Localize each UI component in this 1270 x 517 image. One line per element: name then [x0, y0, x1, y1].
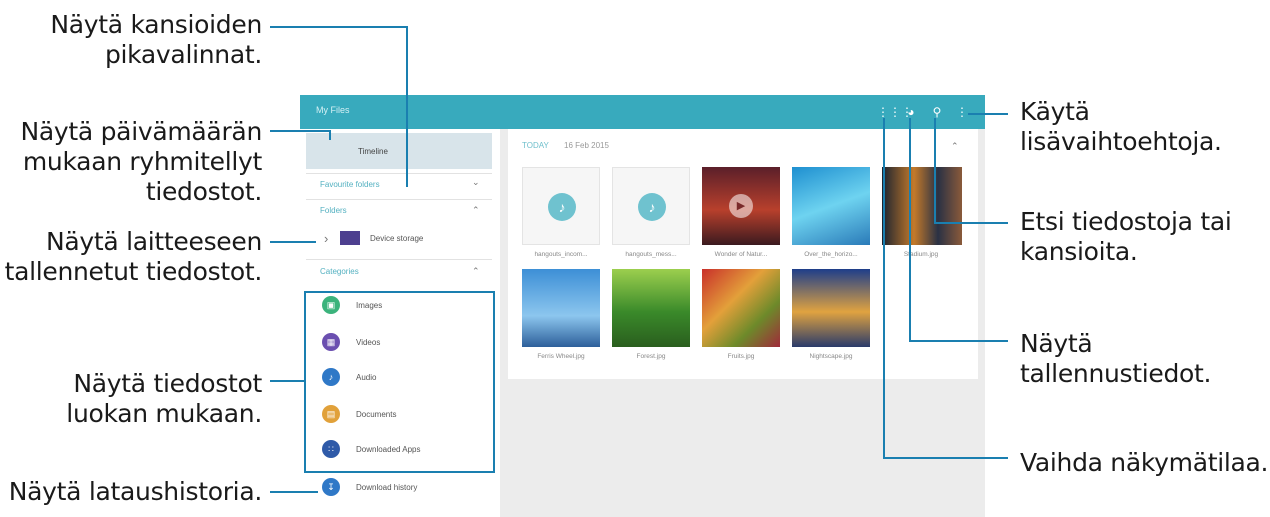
callout-line: Näytä kansioiden: [50, 10, 262, 39]
category-audio[interactable]: Audio: [356, 373, 376, 382]
image-icon: ▣: [322, 296, 340, 314]
storage-pie-icon[interactable]: ◕: [902, 103, 920, 121]
file-thumbnail-image[interactable]: [612, 269, 690, 347]
today-label: TODAY: [522, 141, 549, 150]
chevron-up-icon[interactable]: ⌃: [472, 205, 480, 216]
callout-line: Näytä: [1020, 329, 1093, 358]
file-thumbnail-image[interactable]: [702, 269, 780, 347]
categories-header[interactable]: Categories: [320, 267, 359, 276]
divider: [306, 199, 492, 200]
document-icon: ▤: [322, 405, 340, 423]
search-icon[interactable]: ⚲: [928, 103, 946, 121]
file-thumbnail-image[interactable]: [522, 269, 600, 347]
grid-view-icon[interactable]: ⋮⋮⋮: [877, 103, 913, 121]
callout-line: Näytä laitteeseen: [46, 227, 262, 256]
callout-more-options: Käytä lisävaihtoehtoja.: [1020, 97, 1222, 157]
file-thumbnail-video[interactable]: ▶: [702, 167, 780, 245]
callout-line: kansioita.: [1020, 237, 1138, 266]
divider: [306, 173, 492, 174]
chevron-up-icon[interactable]: ⌃: [472, 266, 480, 277]
folders-header[interactable]: Folders: [320, 206, 347, 215]
chevron-down-icon[interactable]: ⌄: [472, 177, 480, 188]
device-storage-item[interactable]: Device storage: [370, 234, 423, 243]
file-name: Wonder of Natur...: [714, 251, 768, 258]
callout-view-mode: Vaihda näkymätilaa.: [1020, 448, 1269, 478]
callout-line: pikavalinnat.: [104, 40, 262, 69]
sidebar: Timeline Favourite folders ⌄ Folders ⌃ ›…: [300, 129, 500, 517]
sidebar-item-timeline[interactable]: [306, 133, 492, 169]
video-icon: ▦: [322, 333, 340, 351]
app-title: My Files: [316, 105, 350, 115]
chevron-up-icon[interactable]: ⌃: [951, 141, 959, 152]
callout-storage-info: Näytä tallennustiedot.: [1020, 329, 1212, 389]
music-note-icon: ♪: [548, 193, 576, 221]
file-name: Fruits.jpg: [727, 353, 755, 360]
category-videos[interactable]: Videos: [356, 338, 380, 347]
callout-line: luokan mukaan.: [66, 399, 262, 428]
category-images[interactable]: Images: [356, 301, 382, 310]
file-thumbnail-image[interactable]: [792, 269, 870, 347]
category-downloaded-apps[interactable]: Downloaded Apps: [356, 445, 421, 454]
file-name: Nightscape.jpg: [809, 353, 853, 360]
callout-line: tiedostot.: [145, 177, 262, 206]
callout-line: Käytä: [1020, 97, 1090, 126]
category-documents[interactable]: Documents: [356, 410, 396, 419]
file-name: Stadium.jpg: [903, 251, 939, 258]
music-note-icon: ♪: [322, 368, 340, 386]
callout-by-date: Näytä päivämäärän mukaan ryhmitellyt tie…: [20, 117, 263, 207]
apps-icon: ∷: [322, 440, 340, 458]
callout-line: Näytä tiedostot: [73, 369, 262, 398]
timeline-label: Timeline: [358, 147, 388, 156]
callout-by-category: Näytä tiedostot luokan mukaan.: [66, 369, 262, 429]
callout-line: Näytä lataushistoria.: [8, 477, 263, 506]
callout-folder-shortcuts: Näytä kansioiden pikavalinnat.: [50, 10, 262, 70]
callout-line: Etsi tiedostoja tai: [1020, 207, 1232, 236]
file-name: hangouts_mess...: [625, 251, 677, 258]
music-note-icon: ♪: [638, 193, 666, 221]
callout-line: Vaihda näkymätilaa.: [1020, 448, 1269, 477]
divider: [306, 259, 492, 260]
download-icon: ↧: [322, 478, 340, 496]
file-thumbnail-audio[interactable]: ♪: [522, 167, 600, 245]
callout-line: mukaan ryhmitellyt: [22, 147, 262, 176]
folder-icon: [340, 231, 360, 245]
callout-line: lisävaihtoehtoja.: [1020, 127, 1222, 156]
file-name: hangouts_incom...: [534, 251, 588, 258]
callout-line: Näytä päivämäärän: [20, 117, 263, 146]
more-options-icon[interactable]: ⋮: [953, 103, 971, 121]
file-thumbnail-image[interactable]: [882, 167, 962, 245]
callout-line: tallennetut tiedostot.: [4, 257, 263, 286]
file-name: Ferris Wheel.jpg: [537, 353, 585, 360]
my-files-screen: My Files ⋮⋮⋮ ◕ ⚲ ⋮ Timeline Favourite fo…: [300, 95, 985, 517]
callout-download-history: Näytä lataushistoria.: [8, 477, 263, 507]
callout-search: Etsi tiedostoja tai kansioita.: [1020, 207, 1232, 267]
date-label: 16 Feb 2015: [564, 141, 609, 150]
file-thumbnail-audio[interactable]: ♪: [612, 167, 690, 245]
callout-line: tallennustiedot.: [1020, 359, 1212, 388]
play-icon: ▶: [729, 194, 753, 218]
favourite-folders-header[interactable]: Favourite folders: [320, 180, 380, 189]
file-name: Forest.jpg: [636, 353, 666, 360]
download-history-item[interactable]: Download history: [356, 483, 417, 492]
file-grid-panel: TODAY 16 Feb 2015 ⌃ ♪ hangouts_incom... …: [508, 129, 978, 379]
callout-device-files: Näytä laitteeseen tallennetut tiedostot.: [4, 227, 263, 287]
file-thumbnail-image[interactable]: [792, 167, 870, 245]
app-bar: My Files ⋮⋮⋮ ◕ ⚲ ⋮: [300, 95, 985, 129]
chevron-right-icon[interactable]: ›: [324, 231, 328, 246]
file-name: Over_the_horizo...: [804, 251, 858, 258]
